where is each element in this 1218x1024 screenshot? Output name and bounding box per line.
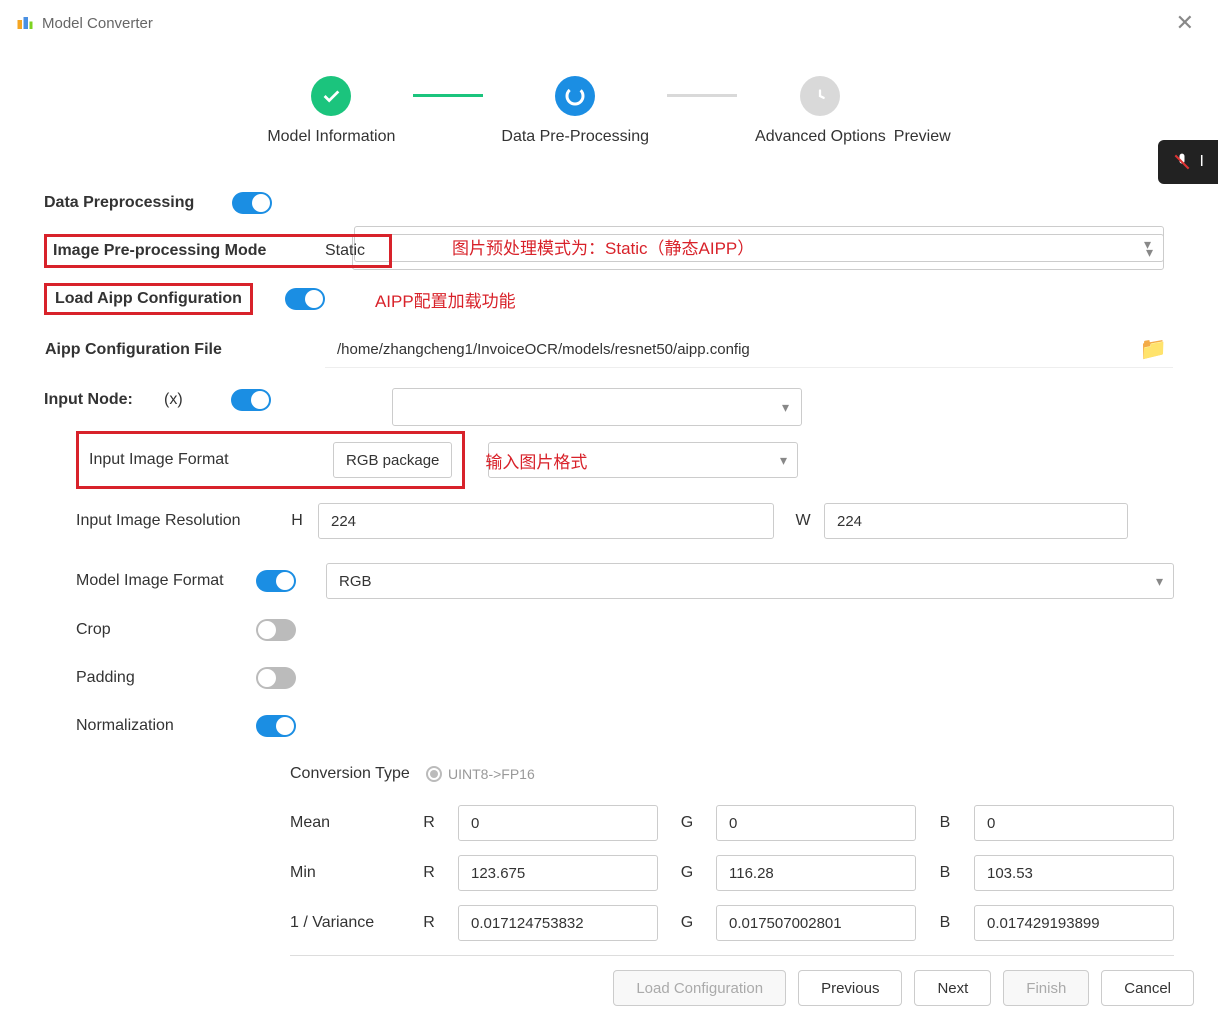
mean-label: Mean bbox=[290, 814, 418, 832]
close-icon[interactable]: ✕ bbox=[1168, 10, 1202, 36]
app-icon bbox=[16, 14, 34, 32]
input-node-x: (x) bbox=[164, 391, 183, 409]
mic-muted-badge[interactable]: I bbox=[1158, 140, 1218, 184]
step-connector bbox=[667, 94, 737, 97]
step-advanced-options: Advanced Options bbox=[755, 76, 886, 146]
wizard-footer: Load Configuration Previous Next Finish … bbox=[613, 970, 1194, 1006]
conversion-type-label: Conversion Type bbox=[290, 765, 420, 783]
normalization-toggle[interactable] bbox=[256, 715, 296, 737]
aipp-file-path[interactable]: /home/zhangcheng1/InvoiceOCR/models/resn… bbox=[325, 331, 1140, 367]
input-image-format-label: Input Image Format bbox=[89, 451, 265, 469]
load-aipp-toggle[interactable] bbox=[285, 288, 325, 310]
conversion-type-radio[interactable]: UINT8->FP16 bbox=[426, 766, 535, 782]
annotation-aipp: AIPP配置加载功能 bbox=[375, 287, 516, 312]
load-configuration-button[interactable]: Load Configuration bbox=[613, 970, 786, 1006]
wizard-stepper: Model Information Data Pre-Processing Ad… bbox=[0, 46, 1218, 166]
image-preproc-mode-label: Image Pre-processing Mode bbox=[53, 242, 311, 260]
cancel-button[interactable]: Cancel bbox=[1101, 970, 1194, 1006]
check-icon bbox=[311, 76, 351, 116]
model-image-format-toggle[interactable] bbox=[256, 570, 296, 592]
crop-toggle[interactable] bbox=[256, 619, 296, 641]
mean-r-input[interactable]: 0 bbox=[458, 805, 658, 841]
resolution-h-input[interactable]: 224 bbox=[318, 503, 774, 539]
clock-icon bbox=[800, 76, 840, 116]
data-preprocessing-toggle[interactable] bbox=[232, 192, 272, 214]
r-label: R bbox=[418, 864, 440, 882]
b-label: B bbox=[934, 914, 956, 932]
r-label: R bbox=[418, 914, 440, 932]
step-connector bbox=[413, 94, 483, 97]
mean-b-input[interactable]: 0 bbox=[974, 805, 1174, 841]
annotation-mode: 图片预处理模式为：Static（静态AIPP） bbox=[452, 234, 754, 268]
min-b-input[interactable]: 103.53 bbox=[974, 855, 1174, 891]
step-label: Advanced Options bbox=[755, 128, 886, 146]
titlebar: Model Converter ✕ bbox=[0, 0, 1218, 46]
load-aipp-label: Load Aipp Configuration bbox=[44, 283, 253, 315]
h-label: H bbox=[286, 512, 308, 530]
b-label: B bbox=[934, 814, 956, 832]
min-label: Min bbox=[290, 864, 418, 882]
padding-toggle[interactable] bbox=[256, 667, 296, 689]
mic-off-icon bbox=[1172, 152, 1192, 172]
step-model-information: Model Information bbox=[267, 76, 395, 146]
variance-b-input[interactable]: 0.017429193899 bbox=[974, 905, 1174, 941]
step-label: Data Pre-Processing bbox=[501, 128, 649, 146]
input-resolution-label: Input Image Resolution bbox=[76, 512, 286, 530]
input-image-format-value: RGB package bbox=[333, 442, 452, 478]
input-node-toggle[interactable] bbox=[231, 389, 271, 411]
folder-icon[interactable]: 📁 bbox=[1140, 336, 1167, 362]
aipp-file-label: Aipp Configuration File bbox=[45, 341, 325, 359]
next-button[interactable]: Next bbox=[914, 970, 991, 1006]
g-label: G bbox=[676, 814, 698, 832]
g-label: G bbox=[676, 914, 698, 932]
step-data-preprocessing: Data Pre-Processing bbox=[501, 76, 649, 146]
image-preproc-mode-value: Static bbox=[321, 242, 383, 260]
step-label: Preview bbox=[894, 128, 951, 146]
normalization-label: Normalization bbox=[76, 717, 256, 735]
min-r-input[interactable]: 123.675 bbox=[458, 855, 658, 891]
finish-button[interactable]: Finish bbox=[1003, 970, 1089, 1006]
annotation-format: 输入图片格式 bbox=[485, 448, 587, 473]
model-image-format-label: Model Image Format bbox=[76, 572, 256, 590]
r-label: R bbox=[418, 814, 440, 832]
model-image-format-select[interactable]: RGB bbox=[326, 563, 1174, 599]
step-label: Model Information bbox=[267, 128, 395, 146]
step-preview: Preview bbox=[894, 76, 951, 146]
previous-button[interactable]: Previous bbox=[798, 970, 902, 1006]
variance-label: 1 / Variance bbox=[290, 914, 418, 932]
g-label: G bbox=[676, 864, 698, 882]
input-node-label: Input Node: bbox=[44, 391, 164, 409]
min-g-input[interactable]: 116.28 bbox=[716, 855, 916, 891]
variance-g-input[interactable]: 0.017507002801 bbox=[716, 905, 916, 941]
resolution-w-input[interactable]: 224 bbox=[824, 503, 1128, 539]
crop-label: Crop bbox=[76, 621, 256, 639]
progress-icon bbox=[555, 76, 595, 116]
variance-r-input[interactable]: 0.017124753832 bbox=[458, 905, 658, 941]
w-label: W bbox=[792, 512, 814, 530]
window-title: Model Converter bbox=[42, 15, 1168, 32]
divider bbox=[290, 955, 1174, 956]
mean-g-input[interactable]: 0 bbox=[716, 805, 916, 841]
padding-label: Padding bbox=[76, 669, 256, 687]
b-label: B bbox=[934, 864, 956, 882]
